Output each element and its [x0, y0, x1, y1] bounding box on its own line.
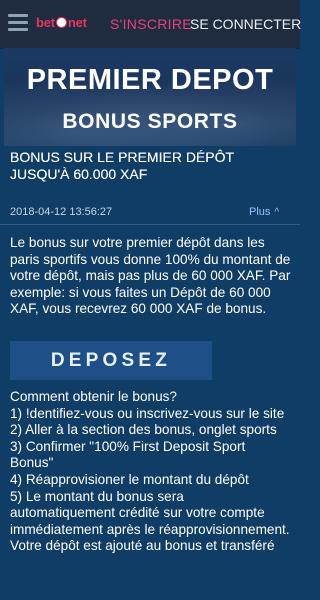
- menu-icon[interactable]: [8, 14, 28, 32]
- article-title: BONUS SUR LE PREMIER DÉPÔT JUSQU'À 60.00…: [10, 149, 234, 182]
- ball-icon: [55, 17, 67, 28]
- promo-banner: PREMIER DEPOT BONUS SPORTS: [4, 48, 296, 146]
- divider: [0, 224, 300, 225]
- banner-title: PREMIER DEPOT: [26, 64, 274, 96]
- more-label: Plus: [249, 206, 271, 218]
- step-item: 1) !dentifiez-vous ou inscrivez-vous sur…: [10, 405, 285, 421]
- more-toggle[interactable]: Plus ^: [249, 206, 279, 218]
- step-item: 3) Confirmer "100% First Deposit Sport B…: [10, 438, 246, 471]
- register-button[interactable]: S'INSCRIRE: [110, 15, 192, 33]
- article-date: 2018-04-12 13:56:27: [10, 206, 113, 218]
- trailing-text: Votre dépôt est ajouté au bonus et trans…: [10, 538, 275, 554]
- how-to-title: Comment obtenir le bonus?: [10, 389, 177, 404]
- chevron-up-icon: ^: [274, 207, 280, 218]
- banner-subtitle: BONUS SPORTS: [62, 110, 238, 133]
- step-item: 4) Réapprovisioner le montant du dépôt: [10, 471, 249, 487]
- deposit-button[interactable]: DEPOSEZ: [10, 341, 212, 380]
- login-button[interactable]: SE CONNECTER: [190, 15, 301, 33]
- top-header: bet net S'INSCRIRE SE CONNECTER: [0, 0, 301, 48]
- step-item: 5) Le montant du bonus sera automatiquem…: [10, 488, 290, 537]
- bonus-description: Le bonus sur votre premier dépôt dans le…: [10, 235, 291, 317]
- site-logo[interactable]: bet net: [36, 12, 98, 34]
- how-to-section: Comment obtenir le bonus? 1) !dentifiez-…: [10, 389, 292, 555]
- step-item: 2) Aller à la section des bonus, onglet …: [10, 422, 277, 438]
